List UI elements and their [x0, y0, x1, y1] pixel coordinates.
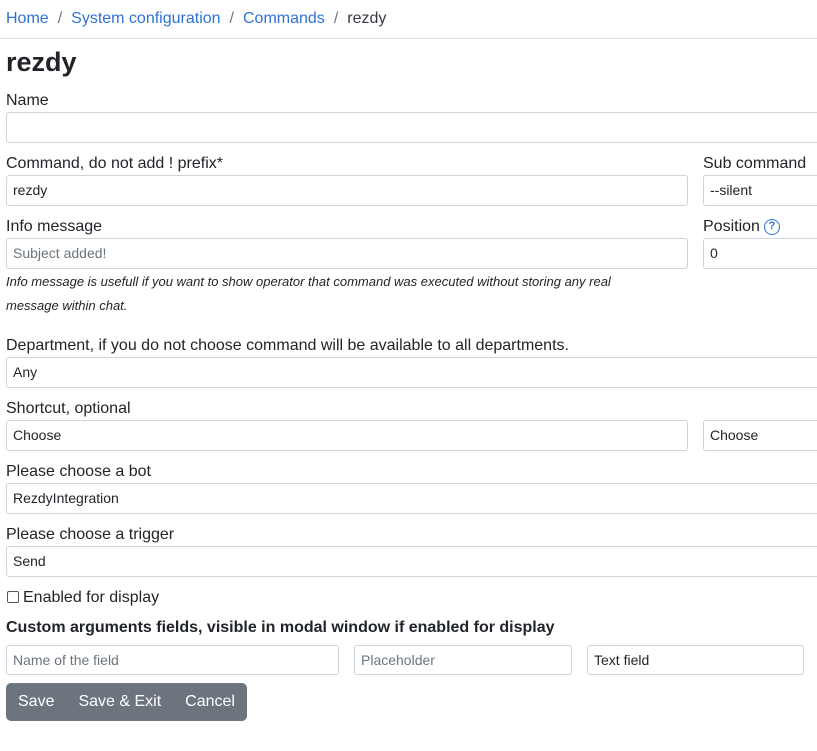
- form-actions: Save Save & Exit Cancel: [6, 683, 247, 721]
- info-message-label: Info message: [6, 218, 103, 235]
- shortcut-select[interactable]: Choose: [6, 420, 688, 451]
- position-label-text: Position: [703, 218, 760, 235]
- name-input[interactable]: [6, 112, 817, 143]
- bot-label: Please choose a bot: [6, 463, 151, 480]
- breadcrumb-divider: [0, 38, 817, 39]
- save-button[interactable]: Save: [6, 683, 66, 721]
- trigger-select[interactable]: Send: [6, 546, 817, 577]
- name-label: Name: [6, 92, 49, 109]
- sub-command-input[interactable]: --silent: [703, 175, 817, 206]
- info-message-help-line1: Info message is usefull if you want to s…: [6, 274, 611, 289]
- department-label: Department, if you do not choose command…: [6, 337, 569, 354]
- shortcut-label: Shortcut, optional: [6, 400, 131, 417]
- page-title: rezdy: [6, 47, 77, 77]
- field-name-input[interactable]: Name of the field: [6, 645, 339, 675]
- info-message-help: Info message is usefull if you want to s…: [6, 270, 611, 318]
- question-circle-icon[interactable]: ?: [763, 218, 780, 235]
- trigger-label: Please choose a trigger: [6, 526, 175, 543]
- field-name-placeholder: Name of the field: [13, 652, 119, 668]
- breadcrumb-current: rezdy: [347, 10, 387, 27]
- breadcrumb: Home / System configuration / Commands /…: [6, 9, 386, 29]
- shortcut-modifier-select[interactable]: Choose: [703, 420, 817, 451]
- enabled-for-display-label[interactable]: Enabled for display: [23, 588, 159, 608]
- breadcrumb-separator: /: [333, 10, 339, 27]
- position-input[interactable]: 0: [703, 238, 817, 269]
- info-message-value: Subject added!: [13, 245, 107, 261]
- custom-arguments-heading: Custom arguments fields, visible in moda…: [6, 619, 555, 636]
- field-placeholder-placeholder: Placeholder: [361, 652, 435, 668]
- info-message-input[interactable]: Subject added!: [6, 238, 688, 269]
- cancel-button[interactable]: Cancel: [173, 683, 247, 721]
- breadcrumb-separator: /: [229, 10, 234, 27]
- command-input[interactable]: rezdy: [6, 175, 688, 206]
- department-select[interactable]: Any: [6, 357, 817, 388]
- enabled-for-display-checkbox[interactable]: [7, 591, 19, 603]
- breadcrumb-separator: /: [57, 10, 63, 27]
- sub-command-label: Sub command: [703, 155, 807, 172]
- breadcrumb-system-configuration-link[interactable]: System configuration: [71, 10, 220, 28]
- breadcrumb-home-link[interactable]: Home: [6, 10, 49, 28]
- bot-select[interactable]: RezdyIntegration: [6, 483, 817, 514]
- field-type-select[interactable]: Text field: [587, 645, 804, 675]
- position-label: Position?: [703, 217, 780, 237]
- info-message-help-line2: message within chat.: [6, 298, 128, 313]
- save-exit-button[interactable]: Save & Exit: [66, 683, 173, 721]
- command-label: Command, do not add ! prefix*: [6, 155, 224, 172]
- breadcrumb-commands-link[interactable]: Commands: [243, 10, 325, 28]
- field-placeholder-input[interactable]: Placeholder: [354, 645, 572, 675]
